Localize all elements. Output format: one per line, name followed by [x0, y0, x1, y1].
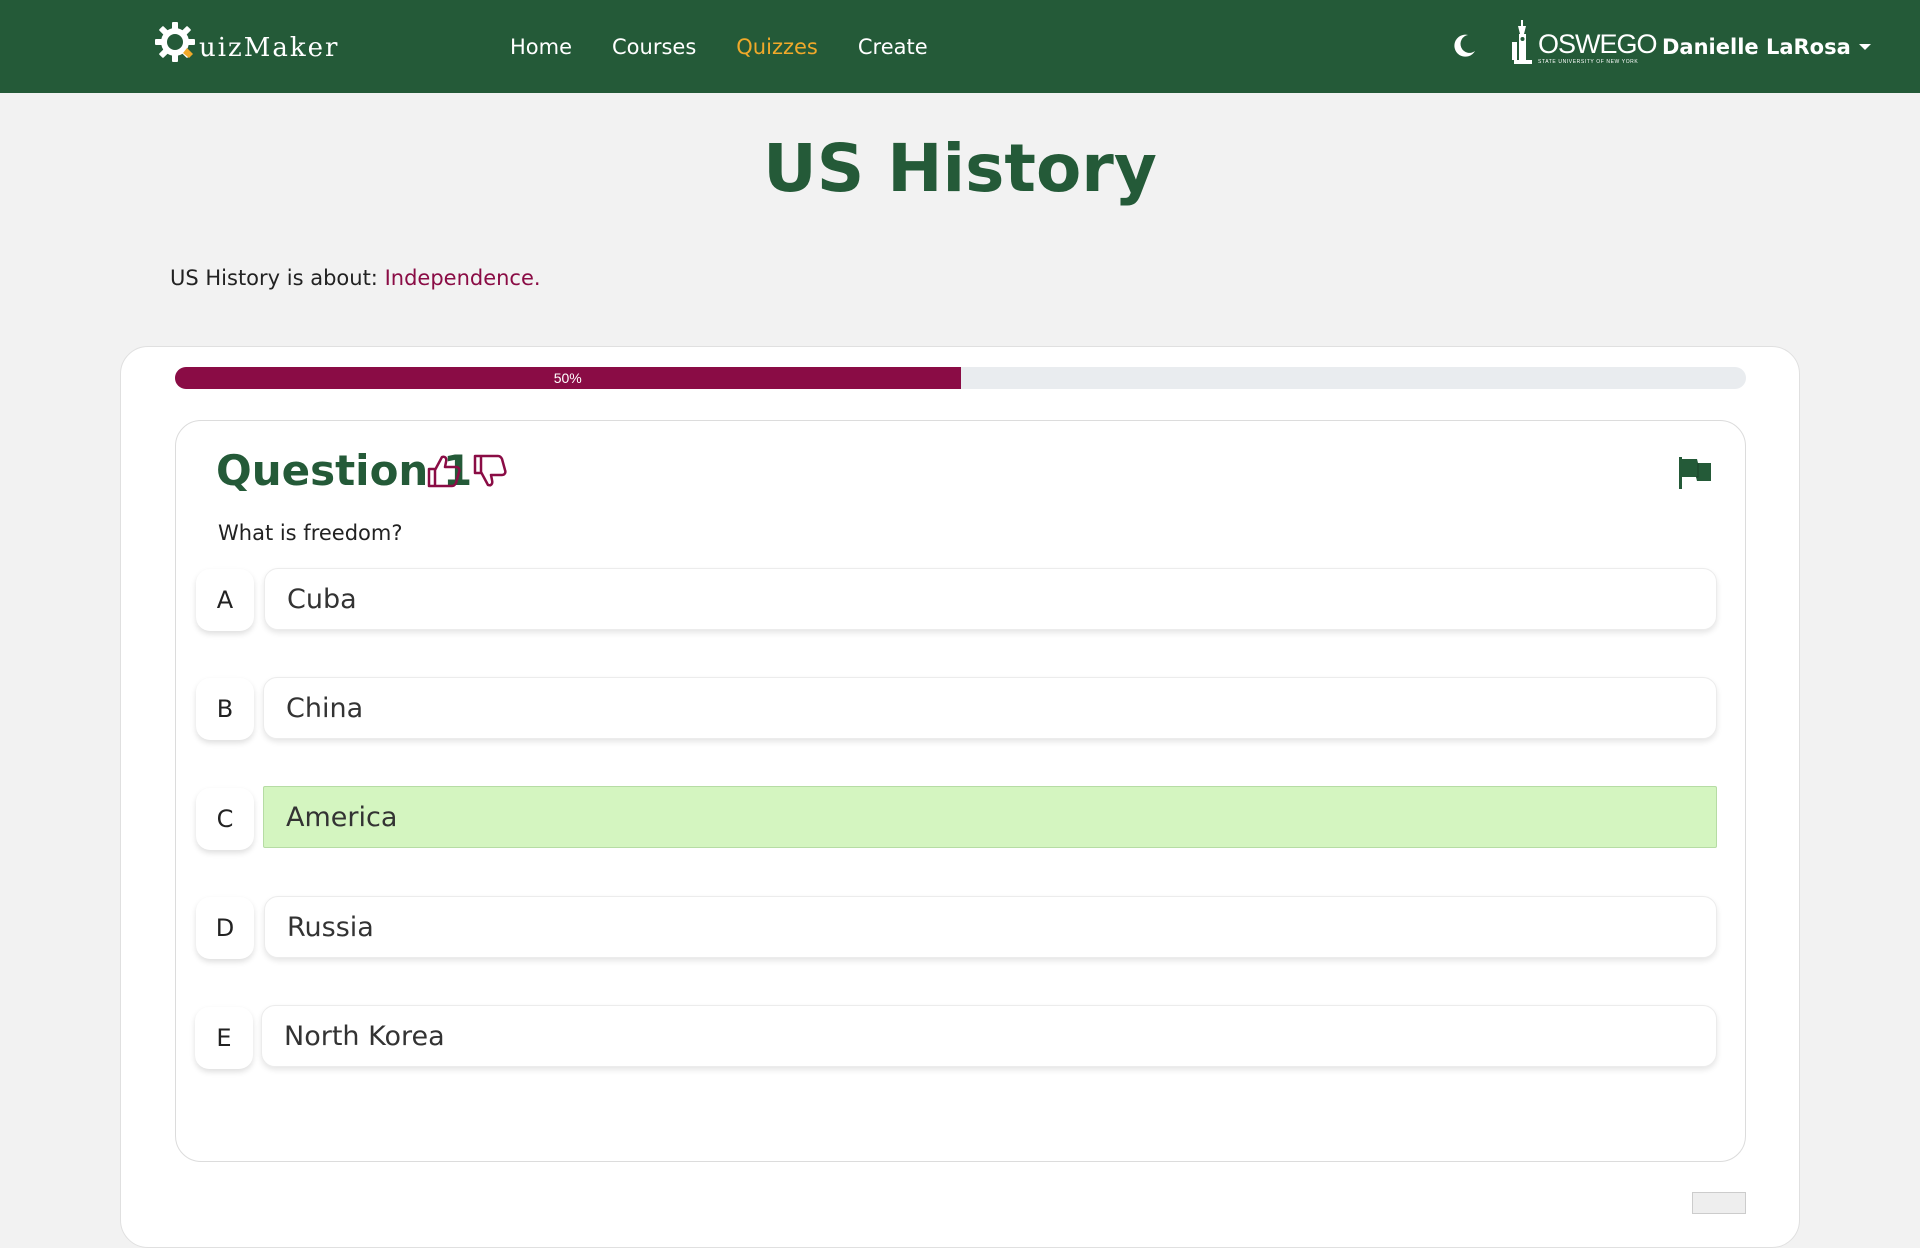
option-letter-b[interactable]: B	[196, 678, 254, 740]
flag-icon[interactable]	[1677, 455, 1713, 491]
option-letter-c[interactable]: C	[196, 788, 254, 850]
nav-link-create[interactable]: Create	[858, 35, 928, 59]
user-menu[interactable]: Danielle LaRosa	[1662, 0, 1871, 93]
option-c[interactable]: America	[263, 786, 1717, 848]
caret-down-icon	[1858, 43, 1871, 50]
navbar: uizMaker Home Courses Quizzes Create OSW…	[0, 0, 1920, 93]
about-prefix: US History is about:	[170, 266, 385, 290]
user-name: Danielle LaRosa	[1662, 34, 1851, 59]
page-title: US History	[763, 130, 1157, 207]
nav-link-home[interactable]: Home	[510, 35, 572, 59]
oswego-logo[interactable]: OSWEGO STATE UNIVERSITY OF NEW YORK	[1510, 18, 1658, 66]
progress-fill: 50%	[175, 367, 961, 389]
gear-logo-icon	[153, 20, 197, 64]
option-letter-d[interactable]: D	[196, 897, 254, 959]
option-d[interactable]: Russia	[264, 896, 1717, 958]
university-name: OSWEGO	[1538, 29, 1658, 59]
quiz-description: US History is about: Independence.	[170, 266, 541, 290]
thumbs-up-icon[interactable]	[425, 452, 463, 490]
main-nav: Home Courses Quizzes Create	[510, 0, 968, 93]
option-b[interactable]: China	[263, 677, 1717, 739]
brand-name: uizMaker	[199, 33, 340, 63]
clock-tower-icon	[1512, 20, 1532, 64]
nav-link-courses[interactable]: Courses	[612, 35, 696, 59]
option-a[interactable]: Cuba	[264, 568, 1717, 630]
quizmaker-logo[interactable]: uizMaker	[153, 18, 339, 66]
question-text: What is freedom?	[218, 521, 403, 545]
thumbs-down-icon[interactable]	[471, 452, 509, 490]
progress-bar: 50%	[175, 367, 1746, 389]
nav-link-quizzes[interactable]: Quizzes	[736, 35, 818, 59]
university-subtitle: STATE UNIVERSITY OF NEW YORK	[1538, 59, 1639, 65]
moon-icon[interactable]	[1450, 30, 1480, 60]
option-e[interactable]: North Korea	[261, 1005, 1717, 1067]
option-letter-a[interactable]: A	[196, 569, 254, 631]
about-topic: Independence.	[384, 266, 541, 290]
next-button[interactable]	[1692, 1192, 1746, 1214]
option-letter-e[interactable]: E	[195, 1007, 253, 1069]
